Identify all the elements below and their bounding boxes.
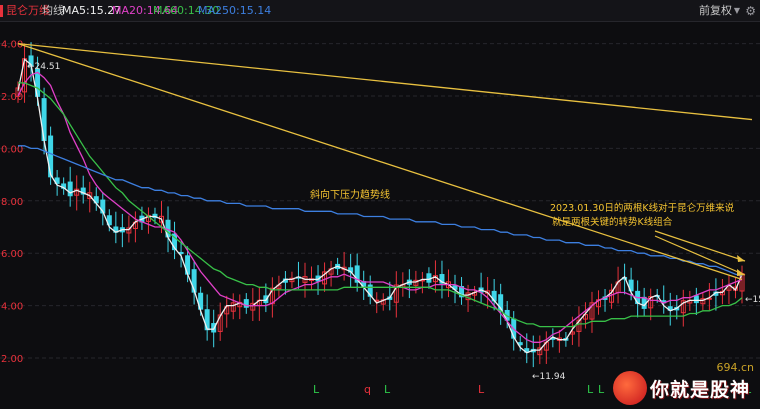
logo-emblem [613, 371, 647, 405]
trendline-lower [17, 42, 743, 281]
trendline-upper [17, 42, 753, 121]
low-price-label: ←11.94 [532, 372, 566, 382]
kline-chart[interactable]: 4.002.000.008.006.004.002.00斜向下压力趋势线2023… [0, 23, 760, 409]
bottom-marker: L [587, 383, 594, 396]
annotation-arrow [654, 230, 746, 262]
annotation-trendline: 斜向下压力趋势线 [310, 188, 390, 201]
adjust-mode-select[interactable]: 前复权 [699, 0, 732, 22]
candle-body [426, 273, 432, 283]
stock-marker [0, 5, 3, 17]
ma250-indicator: MA250:15.14 [198, 4, 272, 17]
watermark-site: 694.cn [716, 361, 754, 374]
bottom-marker: L [478, 383, 485, 396]
annotation-note-line2: 就是两根关键的转势K线组合 [552, 216, 673, 228]
candle-body [693, 295, 699, 304]
y-tick-label: 2.00 [1, 354, 23, 365]
y-tick-label: 4.00 [1, 302, 23, 313]
candle-body [641, 296, 647, 309]
gear-icon[interactable]: ⚙ [745, 0, 756, 22]
line-type-label[interactable]: 均线 [42, 0, 64, 22]
y-tick-label: 8.00 [1, 197, 23, 208]
high-price-label: ←24.51 [27, 62, 60, 72]
bottom-marker: L [598, 383, 605, 396]
candle-body [67, 181, 73, 197]
indicator-bar: 昆仑万维 均线 MA5:15.27 MA20:14.64 MA60:14.30 … [0, 0, 760, 22]
arrow-head [737, 255, 745, 262]
last-price-label: ←15.0 [745, 295, 760, 305]
bottom-marker: L [313, 383, 320, 396]
arrow-head [737, 269, 745, 276]
annotation-note-line1: 2023.01.30日的两根K线对于昆仑万维来说 [550, 202, 735, 214]
watermark-logo-text: 你就是股神 [650, 379, 751, 401]
y-tick-label: 4.00 [1, 40, 23, 51]
y-tick-label: 6.00 [1, 249, 23, 260]
chevron-down-icon[interactable]: ▼ [734, 0, 740, 22]
bottom-marker: L [384, 383, 391, 396]
bottom-marker: q [364, 383, 371, 396]
